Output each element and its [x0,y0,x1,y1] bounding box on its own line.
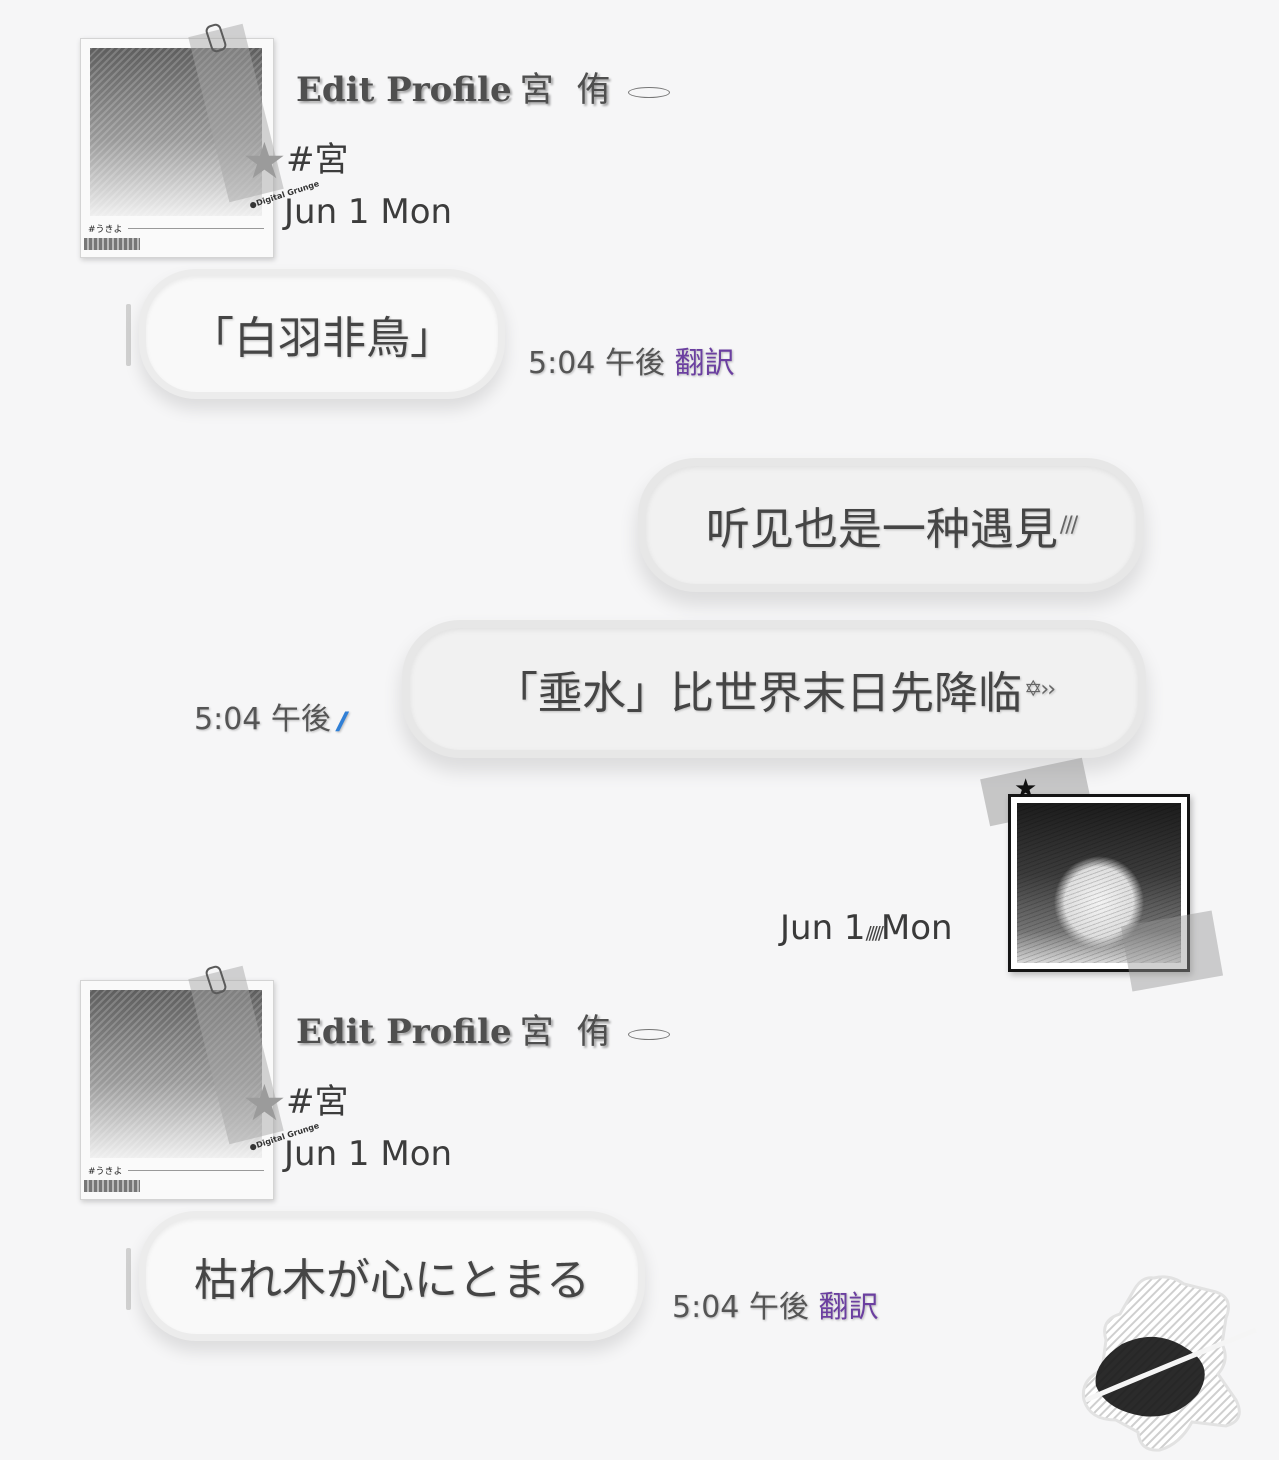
time-label: 5:04 午後 [528,346,665,381]
message-time: 5:04 午後 翻訳 [672,1282,878,1326]
translate-link[interactable]: 翻訳 [674,346,734,381]
card-hash-label: #うきよ [88,225,123,235]
profile-date-bottom: Jun 1 Mon [284,1134,453,1174]
translate-link[interactable]: 翻訳 [818,1290,878,1325]
profile-tag-top: #宮 [286,140,349,180]
message-text: 「埀水」比世界末日先降临 [493,668,1022,719]
avatar-tape [1120,910,1224,992]
profile-tag-bottom: #宮 [286,1082,349,1122]
profile-display-name: Edit Profile [296,70,512,110]
card-divider [128,1170,264,1171]
profile-display-name: Edit Profile [296,1012,512,1052]
card-divider [128,228,264,229]
avatar-date-left: Jun 1 [780,908,866,948]
profile-card-bottom[interactable]: ★ ●Digital Grunge #うきよ [80,964,320,1202]
message-text: 枯れ木が心にとまる [194,1255,590,1306]
avatar-date-slashes: ///// [865,923,884,944]
avatar-date-right: Mon [880,908,953,948]
avatar-date: Jun 1/////Mon [780,908,953,948]
star-icon: ★ [1014,774,1038,804]
incoming-message-bubble[interactable]: 枯れ木が心にとまる [146,1218,638,1334]
star-icon: ★ [242,132,287,190]
avatar-card[interactable]: ★ [980,757,1224,998]
profile-card-top[interactable]: ★ ●Digital Grunge #うきよ [80,22,320,260]
message-time: 5:04 午後// [194,694,349,738]
profile-kanji-name: 宮 侑 [519,70,617,110]
oval-icon [628,86,671,98]
star-icon: ★ [242,1074,287,1132]
message-text: 「白羽非鳥」 [190,313,454,364]
card-seal [84,1180,140,1192]
profile-name-top[interactable]: Edit Profile 宮 侑 [296,62,671,111]
incoming-message-bubble[interactable]: 「白羽非鳥」 [146,276,498,392]
message-deco: ✡›› [1023,676,1056,702]
time-label: 5:04 午後 [672,1290,809,1325]
star-sticker-icon [1081,1275,1257,1452]
outgoing-message-bubble[interactable]: 听见也是一种遇見/// [646,466,1136,584]
oval-icon [628,1028,671,1040]
message-deco: /// [1059,512,1078,538]
quote-bar [126,1248,131,1310]
time-label: 5:04 午後 [194,702,331,737]
profile-date-top: Jun 1 Mon [284,192,453,232]
profile-name-bottom[interactable]: Edit Profile 宮 侑 [296,1004,671,1053]
card-hash-label: #うきよ [88,1167,123,1177]
card-seal [84,238,140,250]
outgoing-message-bubble[interactable]: 「埀水」比世界末日先降临 ✡›› [410,628,1138,750]
message-text: 听见也是一种遇見 [705,504,1058,555]
message-time: 5:04 午後 翻訳 [528,338,734,382]
profile-kanji-name: 宮 侑 [519,1012,617,1052]
quote-bar [126,304,131,366]
